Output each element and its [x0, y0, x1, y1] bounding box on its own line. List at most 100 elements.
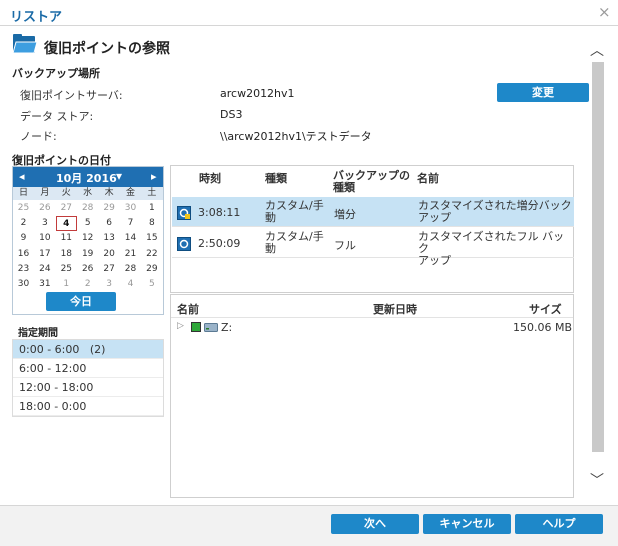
- recovery-point-grid: 時刻 種類 バックアップの 種類 名前 3:08:11 カスタム/手 動 増分 …: [170, 165, 574, 293]
- recovery-point-name: カスタマイズされた増分バック アップ: [418, 199, 572, 224]
- help-button[interactable]: ヘルプ: [515, 514, 603, 534]
- calendar-day[interactable]: 8: [141, 216, 162, 231]
- time-range-item[interactable]: 6:00 - 12:00: [13, 359, 163, 378]
- calendar-day[interactable]: 18: [56, 247, 77, 262]
- recovery-point-row[interactable]: 2:50:09 カスタム/手 動 フル カスタマイズされたフル バック アップ: [172, 228, 574, 267]
- weekday-label: 木: [104, 188, 114, 198]
- node-label: ノード:: [20, 130, 57, 143]
- calendar-day[interactable]: 17: [34, 247, 55, 262]
- recovery-point-type: カスタム/手 動: [265, 199, 324, 224]
- calendar-day[interactable]: 4: [120, 277, 141, 292]
- col-time-header: 時刻: [199, 172, 221, 185]
- time-range-item[interactable]: 0:00 - 6:00 (2): [13, 340, 163, 359]
- next-button[interactable]: 次へ: [331, 514, 419, 534]
- checkbox[interactable]: [191, 322, 201, 332]
- file-browser: 名前 更新日時 サイズ ▷ Z: 150.06 MB: [170, 294, 574, 498]
- scrollbar-thumb[interactable]: [592, 62, 604, 452]
- calendar-day[interactable]: 1: [56, 277, 77, 292]
- calendar-day[interactable]: 13: [99, 231, 120, 246]
- weekday-label: 日: [18, 188, 28, 198]
- calendar-day[interactable]: 15: [141, 231, 162, 246]
- calendar-day[interactable]: 29: [141, 262, 162, 277]
- scroll-down-icon[interactable]: ﹀: [590, 470, 604, 490]
- calendar-day[interactable]: 20: [99, 247, 120, 262]
- folder-open-icon: [12, 34, 38, 54]
- month-dropdown-icon[interactable]: ▾: [116, 169, 122, 183]
- calendar-day[interactable]: 30: [13, 277, 34, 292]
- weekday-label: 水: [83, 188, 93, 198]
- time-range-item[interactable]: 12:00 - 18:00: [13, 378, 163, 397]
- next-month-icon[interactable]: ▸: [151, 170, 157, 183]
- file-size: 150.06 MB: [513, 321, 573, 334]
- recovery-point-row[interactable]: 3:08:11 カスタム/手 動 増分 カスタマイズされた増分バック アップ: [172, 197, 574, 227]
- calendar-day[interactable]: 29: [99, 201, 120, 216]
- calendar-day[interactable]: 5: [141, 277, 162, 292]
- node-value: \\arcw2012hv1\テストデータ: [220, 130, 372, 143]
- calendar-day[interactable]: 28: [77, 201, 98, 216]
- col-name-header: 名前: [417, 172, 439, 185]
- col-modified-header: 更新日時: [373, 303, 417, 316]
- calendar-day[interactable]: 27: [99, 262, 120, 277]
- calendar-day[interactable]: 28: [120, 262, 141, 277]
- calendar-day[interactable]: 31: [34, 277, 55, 292]
- col-size-header: サイズ: [529, 303, 562, 316]
- calendar-day[interactable]: 10: [34, 231, 55, 246]
- recovery-point-time: 3:08:11: [198, 206, 241, 219]
- calendar-day[interactable]: 1: [141, 201, 162, 216]
- calendar-day[interactable]: 23: [13, 262, 34, 277]
- today-button[interactable]: 今日: [46, 292, 116, 311]
- recovery-point-name: カスタマイズされたフル バック アップ: [418, 230, 565, 267]
- calendar-day[interactable]: 7: [120, 216, 141, 231]
- calendar-day[interactable]: 22: [141, 247, 162, 262]
- prev-month-icon[interactable]: ◂: [19, 170, 25, 183]
- calendar-day[interactable]: 4: [55, 216, 77, 232]
- calendar-day[interactable]: 21: [120, 247, 141, 262]
- calendar-day[interactable]: 3: [99, 277, 120, 292]
- backup-location-label: バックアップ場所: [12, 67, 100, 80]
- rps-server-value: arcw2012hv1: [220, 87, 295, 100]
- rps-server-label: 復旧ポイントサーバ:: [20, 89, 123, 102]
- cancel-button[interactable]: キャンセル: [423, 514, 511, 534]
- calendar-day[interactable]: 14: [120, 231, 141, 246]
- weekday-label: 土: [147, 188, 157, 198]
- weekday-header: 日月火水木金土: [13, 187, 163, 200]
- recovery-point-type: カスタム/手 動: [265, 230, 324, 255]
- change-button[interactable]: 変更: [497, 83, 589, 102]
- recovery-point-time: 2:50:09: [198, 237, 241, 250]
- file-row[interactable]: ▷ Z: 150.06 MB: [171, 319, 573, 337]
- calendar-day[interactable]: 26: [34, 201, 55, 216]
- calendar-day[interactable]: 27: [56, 201, 77, 216]
- month-label: 10月 2016: [56, 172, 117, 185]
- calendar-day[interactable]: 9: [13, 231, 34, 246]
- col-file-name-header: 名前: [177, 303, 199, 316]
- window-title: リストア: [10, 10, 63, 25]
- time-range-item[interactable]: 18:00 - 0:00: [13, 397, 163, 416]
- expand-icon[interactable]: ▷: [177, 321, 184, 331]
- calendar-day[interactable]: 26: [77, 262, 98, 277]
- recovery-point-backup-type: 増分: [334, 208, 356, 221]
- calendar-day[interactable]: 19: [77, 247, 98, 262]
- file-name: Z:: [221, 321, 233, 334]
- calendar-day[interactable]: 24: [34, 262, 55, 277]
- calendar-day[interactable]: 25: [13, 201, 34, 216]
- incremental-backup-icon: [177, 206, 191, 220]
- calendar-day[interactable]: 6: [99, 216, 120, 231]
- time-range-label: 指定期間: [18, 328, 58, 339]
- calendar-day[interactable]: 16: [13, 247, 34, 262]
- header-divider: [171, 317, 573, 318]
- calendar-day[interactable]: 25: [56, 262, 77, 277]
- weekday-label: 金: [125, 188, 135, 198]
- calendar-day[interactable]: 11: [56, 231, 77, 246]
- scroll-up-icon[interactable]: ︿: [590, 40, 604, 60]
- full-backup-icon: [177, 237, 191, 251]
- calendar-day[interactable]: 3: [34, 216, 55, 231]
- col-type-header: 種類: [265, 172, 287, 185]
- weekday-label: 火: [61, 188, 71, 198]
- close-icon[interactable]: ×: [598, 3, 611, 21]
- calendar-day[interactable]: 2: [13, 216, 34, 231]
- calendar-day[interactable]: 5: [77, 216, 98, 231]
- calendar-day[interactable]: 2: [77, 277, 98, 292]
- calendar-day[interactable]: 30: [120, 201, 141, 216]
- calendar-day[interactable]: 12: [77, 231, 98, 246]
- data-store-value: DS3: [220, 108, 243, 121]
